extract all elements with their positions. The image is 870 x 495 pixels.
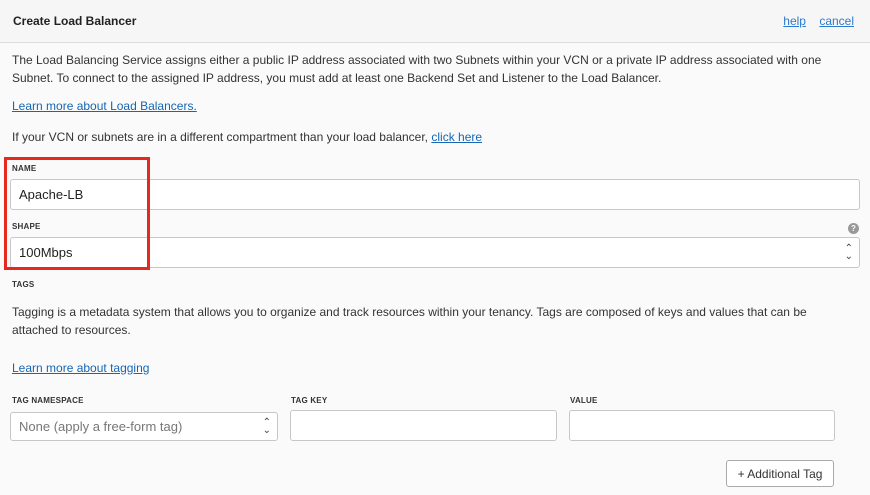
tag-key-label: TAG KEY xyxy=(291,396,328,405)
tag-key-input[interactable] xyxy=(290,410,557,441)
tags-heading: TAGS xyxy=(12,280,35,289)
learn-more-tagging-link[interactable]: Learn more about tagging xyxy=(12,361,149,375)
compartment-note: If your VCN or subnets are in a differen… xyxy=(12,130,482,144)
tag-value-input[interactable] xyxy=(569,410,835,441)
learn-more-load-balancers-link[interactable]: Learn more about Load Balancers. xyxy=(12,99,197,113)
help-link[interactable]: help xyxy=(783,14,806,28)
learn-more-load-balancers-text[interactable]: Learn more about Load Balancers. xyxy=(12,99,197,113)
tag-namespace-select[interactable]: None (apply a free-form tag) ⌃ ⌄ xyxy=(10,412,278,441)
intro-description: The Load Balancing Service assigns eithe… xyxy=(12,53,822,85)
highlight-box xyxy=(4,157,150,270)
header-links: help cancel xyxy=(773,14,854,28)
tags-description: Tagging is a metadata system that allows… xyxy=(12,305,807,337)
help-icon[interactable]: ? xyxy=(848,223,859,234)
cancel-link[interactable]: cancel xyxy=(819,14,854,28)
create-load-balancer-dialog: Create Load Balancer help cancel The Loa… xyxy=(0,0,870,495)
additional-tag-button[interactable]: + Additional Tag xyxy=(726,460,834,487)
compartment-click-here-link[interactable]: click here xyxy=(431,130,482,144)
learn-more-tagging-text[interactable]: Learn more about tagging xyxy=(12,361,149,375)
dialog-header: Create Load Balancer help cancel xyxy=(0,0,870,43)
tag-namespace-label: TAG NAMESPACE xyxy=(12,396,84,405)
chevron-updown-icon: ⌃ ⌄ xyxy=(844,242,853,262)
tag-value-label: VALUE xyxy=(570,396,598,405)
chevron-updown-icon: ⌃ ⌄ xyxy=(262,416,271,436)
tag-namespace-placeholder: None (apply a free-form tag) xyxy=(19,419,183,434)
compartment-note-text: If your VCN or subnets are in a differen… xyxy=(12,130,429,144)
dialog-title: Create Load Balancer xyxy=(13,14,137,28)
